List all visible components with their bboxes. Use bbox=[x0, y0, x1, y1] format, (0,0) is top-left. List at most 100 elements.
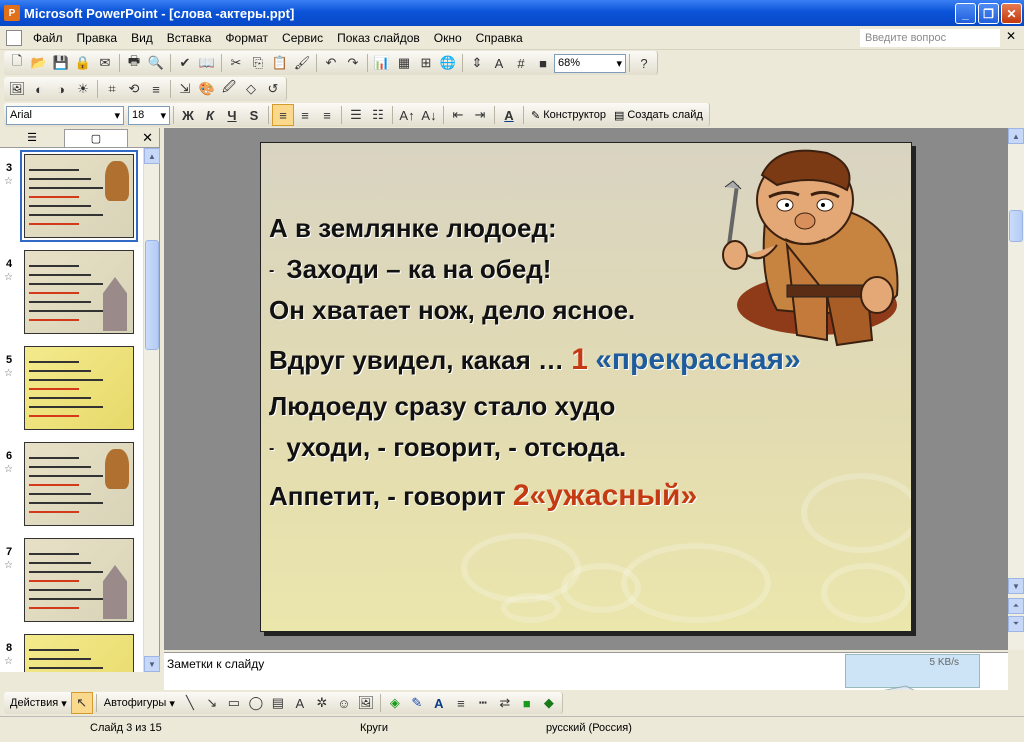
picture-icon[interactable]: 🖼 bbox=[355, 692, 377, 714]
font-color-icon[interactable]: A bbox=[498, 104, 520, 126]
recolor-icon[interactable]: 🎨 bbox=[196, 78, 218, 100]
print-icon[interactable]: 🖶 bbox=[123, 52, 145, 74]
designer-button[interactable]: ✎ Конструктор bbox=[527, 109, 610, 122]
menu-view[interactable]: Вид bbox=[124, 31, 160, 45]
hyperlink-icon[interactable]: 🌐 bbox=[437, 52, 459, 74]
tables-borders-icon[interactable]: ⊞ bbox=[415, 52, 437, 74]
line-style-icon[interactable]: ≡ bbox=[145, 78, 167, 100]
clipart-icon[interactable]: ☺ bbox=[333, 692, 355, 714]
document-icon[interactable] bbox=[6, 29, 22, 46]
grid-icon[interactable]: # bbox=[510, 52, 532, 74]
expand-icon[interactable]: ⇕ bbox=[466, 52, 488, 74]
autoshapes-menu[interactable]: Автофигуры ▾ bbox=[100, 697, 179, 710]
increase-indent-icon[interactable]: ⇥ bbox=[469, 104, 491, 126]
scroll-down-icon[interactable]: ▼ bbox=[144, 656, 160, 672]
transparent-icon[interactable]: ◇ bbox=[240, 78, 262, 100]
shadow-style-icon[interactable]: ■ bbox=[516, 692, 538, 714]
color-icon[interactable]: ■ bbox=[532, 52, 554, 74]
arrow-icon[interactable]: ↘ bbox=[201, 692, 223, 714]
redo-icon[interactable]: ↷ bbox=[342, 52, 364, 74]
wordart-icon[interactable]: A bbox=[289, 692, 311, 714]
close-document-icon[interactable]: ✕ bbox=[1006, 29, 1016, 43]
rectangle-icon[interactable]: ▭ bbox=[223, 692, 245, 714]
new-icon[interactable]: 🗋 bbox=[6, 52, 28, 74]
editor-scrollbar[interactable]: ▲ ▼ ⏶ ⏷ bbox=[1008, 128, 1024, 650]
select-arrow-icon[interactable]: ↖ bbox=[70, 692, 93, 714]
decrease-indent-icon[interactable]: ⇤ bbox=[447, 104, 469, 126]
next-slide-icon[interactable]: ⏷ bbox=[1008, 616, 1024, 632]
slide-thumbnail[interactable]: 7 ☆ bbox=[0, 538, 144, 630]
shadow-button[interactable]: S bbox=[243, 104, 265, 126]
underline-button[interactable]: Ч bbox=[221, 104, 243, 126]
prev-slide-icon[interactable]: ⏶ bbox=[1008, 598, 1024, 614]
zoom-select[interactable]: 68% ▾ bbox=[554, 53, 626, 73]
format-picture-icon[interactable]: 🖉 bbox=[218, 78, 240, 100]
tab-outline[interactable]: ☰ bbox=[0, 129, 64, 147]
reset-picture-icon[interactable]: ↺ bbox=[262, 78, 284, 100]
new-slide-button[interactable]: ▤ Создать слайд bbox=[610, 109, 707, 122]
preview-icon[interactable]: 🔍 bbox=[145, 52, 167, 74]
dash-style-icon[interactable]: ┅ bbox=[472, 692, 494, 714]
help-icon[interactable]: ? bbox=[633, 52, 655, 74]
font-color-icon[interactable]: A bbox=[428, 692, 450, 714]
fill-color-icon[interactable]: ◈ bbox=[384, 692, 406, 714]
insert-picture-icon[interactable]: 🖼 bbox=[6, 78, 28, 100]
menu-tools[interactable]: Сервис bbox=[275, 31, 330, 45]
bullets-icon[interactable]: ☷ bbox=[367, 104, 389, 126]
close-pane-icon[interactable]: ✕ bbox=[142, 130, 153, 146]
menu-slideshow[interactable]: Показ слайдов bbox=[330, 31, 427, 45]
numbering-icon[interactable]: ☰ bbox=[345, 104, 367, 126]
slide-thumbnail[interactable]: 8 ☆ bbox=[0, 634, 144, 672]
3d-style-icon[interactable]: ◆ bbox=[538, 692, 560, 714]
brightness-icon[interactable]: ☀ bbox=[72, 78, 94, 100]
textbox-icon[interactable]: ▤ bbox=[267, 692, 289, 714]
minimize-button[interactable]: _ bbox=[955, 3, 976, 24]
scroll-up-icon[interactable]: ▲ bbox=[1008, 128, 1024, 144]
font-size-select[interactable]: 18 ▾ bbox=[128, 105, 170, 125]
actions-menu[interactable]: Действия ▾ bbox=[6, 697, 71, 710]
permission-icon[interactable]: 🔒 bbox=[72, 52, 94, 74]
slide-thumbnail[interactable]: 4 ☆ bbox=[0, 250, 144, 342]
close-button[interactable]: ✕ bbox=[1001, 3, 1022, 24]
open-icon[interactable]: 📂 bbox=[28, 52, 50, 74]
font-select[interactable]: Arial ▾ bbox=[6, 105, 124, 125]
scroll-thumb[interactable] bbox=[145, 240, 159, 350]
italic-button[interactable]: К bbox=[199, 104, 221, 126]
table-icon[interactable]: ▦ bbox=[393, 52, 415, 74]
menu-format[interactable]: Формат bbox=[218, 31, 275, 45]
align-center-icon[interactable]: ≡ bbox=[294, 104, 316, 126]
compress-icon[interactable]: ⇲ bbox=[174, 78, 196, 100]
scroll-down-icon[interactable]: ▼ bbox=[1008, 578, 1024, 594]
slide-thumbnail[interactable]: 3 ☆ bbox=[0, 150, 144, 246]
pane-scrollbar[interactable]: ▲ ▼ bbox=[143, 148, 160, 672]
copy-icon[interactable]: ⎘ bbox=[247, 52, 269, 74]
align-left-icon[interactable]: ≡ bbox=[272, 104, 294, 126]
line-color-icon[interactable]: ✎ bbox=[406, 692, 428, 714]
crop-icon[interactable]: ⌗ bbox=[101, 78, 123, 100]
restore-button[interactable]: ❐ bbox=[978, 3, 999, 24]
undo-icon[interactable]: ↶ bbox=[320, 52, 342, 74]
contrast-icon[interactable]: ◑ bbox=[50, 78, 72, 100]
scroll-thumb[interactable] bbox=[1009, 210, 1023, 242]
cut-icon[interactable]: ✂ bbox=[225, 52, 247, 74]
slide-thumbnail[interactable]: 6 ☆ bbox=[0, 442, 144, 534]
menu-edit[interactable]: Правка bbox=[70, 31, 125, 45]
line-icon[interactable]: ╲ bbox=[179, 692, 201, 714]
picture-color-icon[interactable]: ◐ bbox=[28, 78, 50, 100]
bold-button[interactable]: Ж bbox=[177, 104, 199, 126]
paste-icon[interactable]: 📋 bbox=[269, 52, 291, 74]
spelling-icon[interactable]: ✔ bbox=[174, 52, 196, 74]
oval-icon[interactable]: ◯ bbox=[245, 692, 267, 714]
research-icon[interactable]: 📖 bbox=[196, 52, 218, 74]
show-formatting-icon[interactable]: A bbox=[488, 52, 510, 74]
scroll-up-icon[interactable]: ▲ bbox=[144, 148, 160, 164]
align-right-icon[interactable]: ≡ bbox=[316, 104, 338, 126]
increase-font-icon[interactable]: A↑ bbox=[396, 104, 418, 126]
format-painter-icon[interactable]: 🖌 bbox=[291, 52, 313, 74]
help-search-input[interactable]: Введите вопрос bbox=[860, 29, 1000, 47]
line-style-icon[interactable]: ≡ bbox=[450, 692, 472, 714]
decrease-font-icon[interactable]: A↓ bbox=[418, 104, 440, 126]
menu-file[interactable]: Файл bbox=[26, 31, 70, 45]
chart-icon[interactable]: 📊 bbox=[371, 52, 393, 74]
slide-thumbnail[interactable]: 5 ☆ bbox=[0, 346, 144, 438]
